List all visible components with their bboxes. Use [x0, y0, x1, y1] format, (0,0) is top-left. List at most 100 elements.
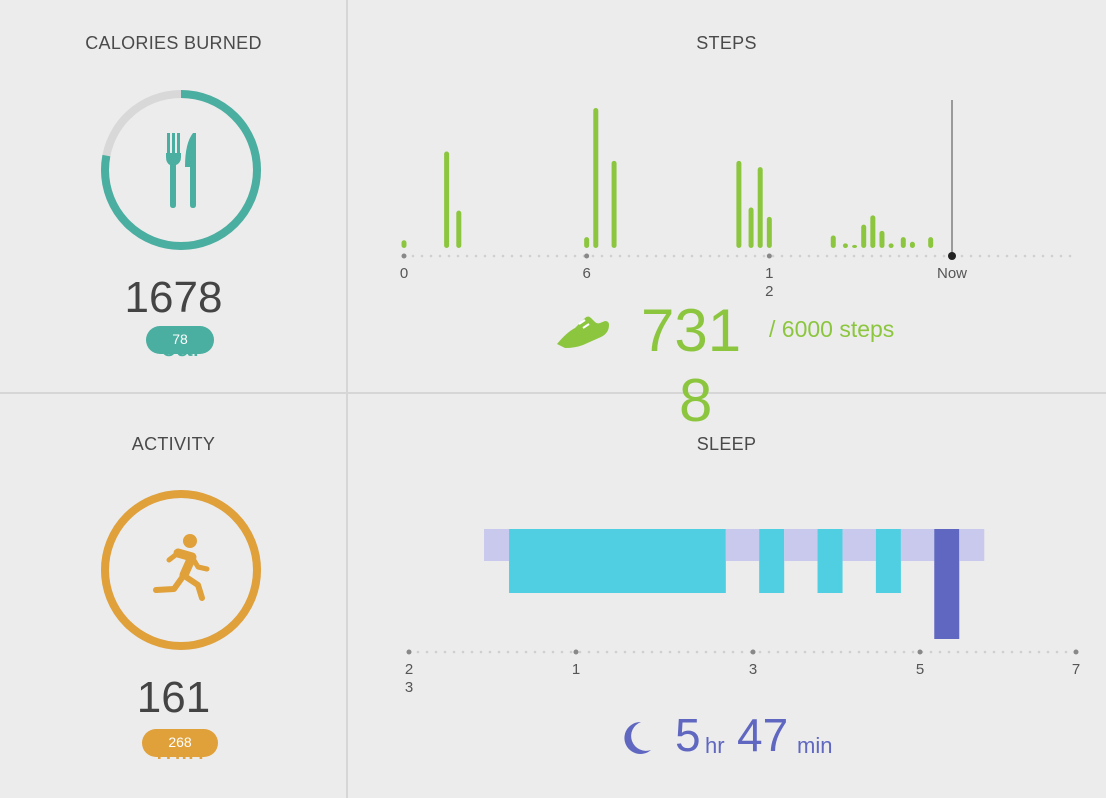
axis-dot — [1068, 254, 1072, 258]
axis-dot — [861, 254, 865, 258]
tick-dot — [750, 649, 756, 655]
axis-dot — [1055, 650, 1059, 654]
axis-dot — [542, 650, 546, 654]
axis-dot — [668, 650, 672, 654]
sleep-minutes: 47 — [737, 709, 789, 761]
axis-dot — [465, 254, 469, 258]
axis-dot — [1028, 650, 1032, 654]
step-bar — [879, 230, 885, 248]
axis-dot — [735, 254, 739, 258]
axis-dot — [794, 650, 798, 654]
axis-dot — [488, 650, 492, 654]
axis-dot — [1064, 650, 1068, 654]
axis-dot — [1014, 254, 1018, 258]
x-tick-label: 5 — [916, 661, 924, 678]
axis-dot — [551, 650, 555, 654]
axis-dot — [578, 650, 582, 654]
step-bar — [909, 241, 915, 248]
steps-value: 731 — [641, 297, 742, 364]
axis-dot — [618, 254, 622, 258]
axis-dot — [483, 254, 487, 258]
axis-dot — [614, 650, 618, 654]
axis-dot — [992, 650, 996, 654]
axis-dot — [1019, 650, 1023, 654]
x-tick-label: 0 — [400, 265, 408, 282]
step-bar — [766, 216, 772, 248]
axis-dot — [987, 254, 991, 258]
step-bar — [928, 237, 934, 248]
sleep-segment-light — [759, 529, 785, 593]
axis-dot — [425, 650, 429, 654]
step-bar — [852, 244, 858, 248]
axis-dot — [897, 254, 901, 258]
axis-dot — [893, 650, 897, 654]
activity-badge-value: 268 — [168, 734, 192, 750]
step-bar — [444, 151, 450, 248]
axis-dot — [695, 650, 699, 654]
tick-dot — [766, 253, 772, 259]
axis-dot — [699, 254, 703, 258]
step-bar — [830, 235, 836, 248]
axis-dot — [672, 254, 676, 258]
calories-ring — [100, 89, 262, 251]
sleep-panel[interactable]: SLEEP 231357 5 hr 47 min — [347, 393, 1106, 798]
axis-dot — [690, 254, 694, 258]
activity-badge: 268 min — [142, 729, 218, 766]
x-tick-label: 2 — [405, 661, 413, 678]
axis-dot — [623, 650, 627, 654]
shoe-icon — [557, 316, 609, 348]
axis-dot — [641, 650, 645, 654]
axis-dot — [911, 650, 915, 654]
running-person-icon — [153, 534, 210, 601]
axis-dot — [744, 254, 748, 258]
step-bar — [593, 108, 599, 248]
steps-panel[interactable]: STEPS 0 6 1 2 Now 731 8 / 6000 steps — [347, 0, 1106, 434]
axis-dot — [780, 254, 784, 258]
axis-dot — [533, 650, 537, 654]
step-bar — [584, 237, 590, 248]
axis-dot — [929, 650, 933, 654]
activity-value: 161 — [136, 673, 211, 722]
axis-dot — [1005, 254, 1009, 258]
axis-dot — [947, 650, 951, 654]
axis-dot — [555, 254, 559, 258]
axis-dot — [627, 254, 631, 258]
x-tick-label: 1 — [765, 265, 773, 282]
axis-dot — [771, 254, 775, 258]
moon-icon — [624, 721, 651, 754]
axis-dot — [573, 254, 577, 258]
sleep-chart: 231 3 5 7 — [405, 529, 1080, 696]
axis-dot — [560, 650, 564, 654]
axis-dot — [438, 254, 442, 258]
axis-dot — [1059, 254, 1063, 258]
calories-title: CALORIES BURNED — [85, 33, 262, 53]
steps-goal: / 6000 steps — [769, 316, 895, 342]
axis-dot — [681, 254, 685, 258]
axis-dot — [452, 650, 456, 654]
axis-dot — [686, 650, 690, 654]
tick-dot — [401, 253, 407, 259]
axis-dot — [852, 254, 856, 258]
axis-dot — [470, 650, 474, 654]
axis-dot — [740, 650, 744, 654]
axis-dot — [479, 650, 483, 654]
axis-dot — [974, 650, 978, 654]
activity-panel[interactable]: ACTIVITY 161 268 min — [0, 393, 347, 798]
axis-dot — [924, 254, 928, 258]
axis-dot — [731, 650, 735, 654]
axis-dot — [420, 254, 424, 258]
axis-dot — [753, 254, 757, 258]
sleep-segment-awake — [784, 529, 818, 561]
axis-dot — [879, 254, 883, 258]
calories-panel[interactable]: CALORIES BURNED 1678 78 cal — [0, 0, 347, 393]
step-bar — [888, 243, 894, 248]
axis-dot — [825, 254, 829, 258]
sleep-segment-awake — [842, 529, 876, 561]
axis-dot — [564, 254, 568, 258]
axis-dot — [515, 650, 519, 654]
axis-dot — [497, 650, 501, 654]
axis-dot — [659, 650, 663, 654]
axis-dot — [587, 650, 591, 654]
axis-dot — [569, 650, 573, 654]
axis-dot — [965, 650, 969, 654]
